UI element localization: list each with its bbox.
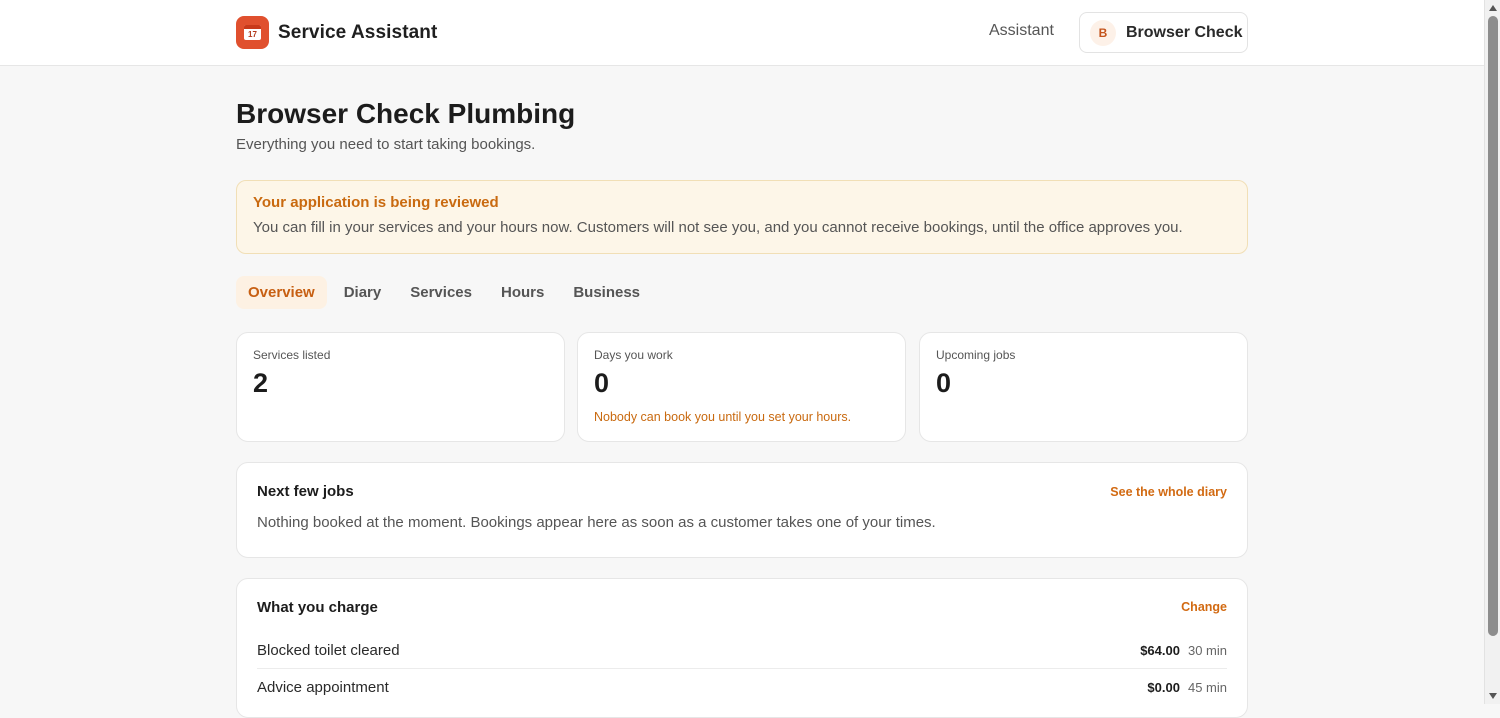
account-name: Browser Check Plumbing bbox=[1126, 23, 1247, 41]
section-title: Next few jobs bbox=[257, 483, 354, 500]
list-item: Advice appointment $0.00 45 min bbox=[257, 669, 1227, 706]
service-duration: 30 min bbox=[1187, 642, 1227, 658]
stat-card-days: Days you work 0 Nobody can book you unti… bbox=[577, 332, 906, 442]
stat-value: 2 bbox=[253, 368, 269, 398]
page-subtitle: Everything you need to start taking book… bbox=[236, 136, 536, 153]
top-bar: 17 Service Assistant Assistant B Browser… bbox=[0, 0, 1484, 66]
next-jobs-card: Next few jobs See the whole diary Nothin… bbox=[236, 462, 1248, 558]
stat-warning-note: Nobody can book you until you set your h… bbox=[594, 410, 852, 424]
stat-label: Days you work bbox=[594, 348, 673, 362]
empty-jobs-message: Nothing booked at the moment. Bookings a… bbox=[257, 514, 936, 531]
scroll-down-arrow-icon[interactable] bbox=[1489, 693, 1497, 699]
stat-card-upcoming: Upcoming jobs 0 bbox=[919, 332, 1248, 442]
tab-diary[interactable]: Diary bbox=[332, 276, 394, 309]
stat-label: Upcoming jobs bbox=[936, 348, 1016, 362]
service-name: Blocked toilet cleared bbox=[257, 641, 400, 659]
list-item: Blocked toilet cleared $64.00 30 min bbox=[257, 632, 1227, 669]
section-title: What you charge bbox=[257, 599, 378, 616]
tab-overview[interactable]: Overview bbox=[236, 276, 327, 309]
account-menu-button[interactable]: B Browser Check Plumbing bbox=[1079, 12, 1248, 53]
charges-card: What you charge Change Blocked toilet cl… bbox=[236, 578, 1248, 718]
stat-card-services: Services listed 2 bbox=[236, 332, 565, 442]
nav-assistant-link[interactable]: Assistant bbox=[989, 22, 1054, 40]
avatar: B bbox=[1090, 19, 1116, 46]
change-charges-link[interactable]: Change bbox=[1181, 600, 1227, 614]
service-name: Advice appointment bbox=[257, 679, 389, 696]
logo-calendar-day: 17 bbox=[244, 25, 261, 40]
review-status-alert: Your application is being reviewed You c… bbox=[236, 180, 1248, 254]
service-price: $64.00 bbox=[1140, 642, 1180, 658]
service-duration: 45 min bbox=[1187, 680, 1227, 695]
brand-name: Service Assistant bbox=[278, 21, 438, 43]
brand-logo[interactable]: 17 Service Assistant bbox=[236, 16, 437, 49]
tab-hours[interactable]: Hours bbox=[489, 276, 556, 309]
calendar-icon: 17 bbox=[236, 16, 269, 49]
tab-business[interactable]: Business bbox=[561, 276, 652, 309]
page-scrollbar[interactable] bbox=[1484, 0, 1500, 704]
stat-value: 0 bbox=[936, 368, 952, 398]
page-title: Browser Check Plumbing bbox=[236, 98, 576, 129]
scroll-up-arrow-icon[interactable] bbox=[1489, 5, 1497, 11]
scroll-thumb[interactable] bbox=[1488, 16, 1498, 636]
stat-value: 0 bbox=[594, 368, 610, 398]
stat-label: Services listed bbox=[253, 348, 331, 362]
alert-title: Your application is being reviewed bbox=[253, 194, 499, 211]
tab-services[interactable]: Services bbox=[398, 276, 484, 309]
alert-text: You can fill in your services and your h… bbox=[253, 219, 1183, 236]
section-tabs: Overview Diary Services Hours Business bbox=[236, 276, 657, 309]
service-price: $0.00 bbox=[1147, 680, 1180, 695]
see-diary-link[interactable]: See the whole diary bbox=[1110, 485, 1227, 499]
